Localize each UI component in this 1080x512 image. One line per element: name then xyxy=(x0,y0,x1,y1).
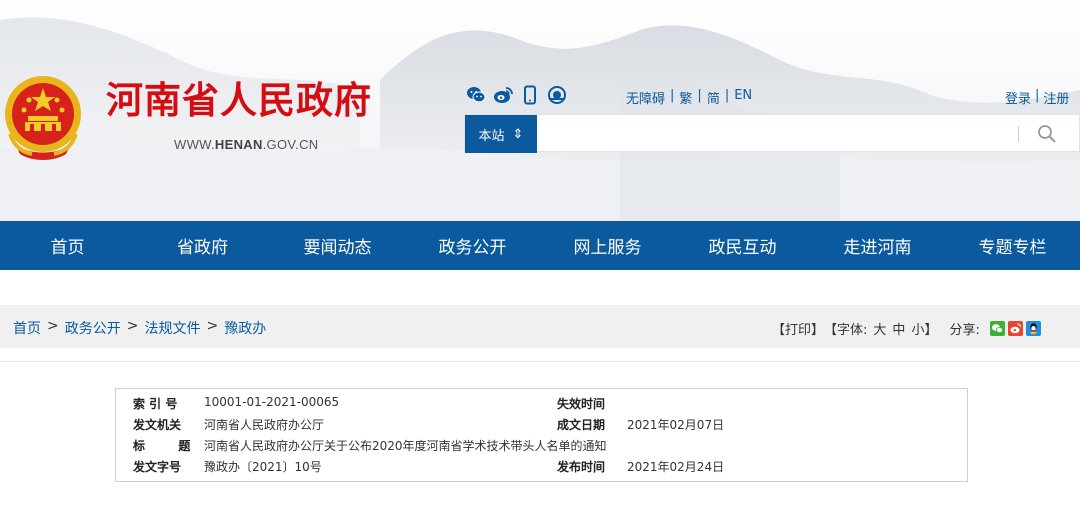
search-scope-select[interactable]: 本站 ⇕ xyxy=(465,115,537,153)
link-separator: | xyxy=(697,88,702,103)
document-number-value: 豫政办〔2021〕10号 xyxy=(204,460,322,474)
font-medium-button[interactable]: 中 xyxy=(892,319,905,338)
link-separator: | xyxy=(1035,88,1040,103)
weibo-icon[interactable] xyxy=(493,85,513,105)
meta-row: 标 题 河南省人民政府办公厅关于公布2020年度河南省学术技术带头人名单的通知 xyxy=(116,437,969,457)
nav-item-government-affairs[interactable]: 政务公开 xyxy=(405,221,540,270)
breadcrumb-regulations[interactable]: 法规文件 xyxy=(144,318,200,338)
site-url-suffix: .GOV.CN xyxy=(262,137,319,152)
font-large-button[interactable]: 大 xyxy=(873,319,886,338)
search-divider xyxy=(1018,126,1019,142)
search-scope-label: 本站 xyxy=(478,128,505,144)
issuer-label: 发文机关 xyxy=(133,418,182,432)
link-separator: | xyxy=(670,88,675,103)
breadcrumb-government-affairs[interactable]: 政务公开 xyxy=(65,318,121,338)
simplified-chinese-link[interactable]: 简 xyxy=(707,88,720,107)
font-small-button[interactable]: 小 xyxy=(911,319,924,338)
share-qq-icon[interactable] xyxy=(1025,321,1041,336)
index-number-label: 索 引 号 xyxy=(133,397,178,411)
national-emblem-icon xyxy=(5,76,81,160)
search-icon[interactable] xyxy=(1036,123,1060,145)
register-link[interactable]: 注册 xyxy=(1043,88,1069,107)
mobile-icon[interactable] xyxy=(520,85,538,105)
index-number-value: 10001-01-2021-00065 xyxy=(204,395,340,409)
nav-item-interaction[interactable]: 政民互动 xyxy=(675,221,810,270)
breadcrumb-separator: > xyxy=(126,318,139,334)
accessibility-link[interactable]: 无障碍 xyxy=(626,88,665,107)
meta-row: 索 引 号 10001-01-2021-00065 失效时间 xyxy=(116,395,969,415)
published-time-value: 2021年02月24日 xyxy=(627,460,725,474)
share-weibo-icon[interactable] xyxy=(1007,321,1023,336)
main-nav: 首页 省政府 要闻动态 政务公开 网上服务 政民互动 走进河南 专题专栏 xyxy=(0,221,1080,270)
published-time-label: 发布时间 xyxy=(557,460,606,474)
share-label: 分享: xyxy=(949,323,980,338)
meta-row: 发文机关 河南省人民政府办公厅 成文日期 2021年02月07日 xyxy=(116,416,969,436)
app-icon[interactable] xyxy=(547,85,566,105)
site-url-prefix: WWW. xyxy=(174,137,215,152)
nav-item-special-topics[interactable]: 专题专栏 xyxy=(945,221,1080,270)
share-wechat-icon[interactable] xyxy=(989,321,1005,336)
breadcrumb-bar: 首页 > 政务公开 > 法规文件 > 豫政办 【打印】 【字体: 大 中 小 】… xyxy=(0,305,1080,348)
nav-item-provincial-government[interactable]: 省政府 xyxy=(135,221,270,270)
font-size-suffix: 】 xyxy=(924,323,938,338)
document-meta-table: 索 引 号 10001-01-2021-00065 失效时间 发文机关 河南省人… xyxy=(115,388,968,482)
breadcrumb-separator: > xyxy=(47,318,59,334)
nav-item-news[interactable]: 要闻动态 xyxy=(270,221,405,270)
expire-time-label: 失效时间 xyxy=(557,397,606,411)
created-date-label: 成文日期 xyxy=(557,418,606,432)
nav-item-home[interactable]: 首页 xyxy=(0,221,135,270)
language-links: 无障碍 | 繁 | 简 | EN xyxy=(626,88,752,107)
breadcrumb-separator: > xyxy=(206,318,219,334)
site-url: WWW.HENAN.GOV.CN xyxy=(174,137,318,152)
breadcrumb: 首页 > 政务公开 > 法规文件 > 豫政办 xyxy=(13,318,266,338)
search-box: 本站 ⇕ xyxy=(464,114,1080,153)
site-url-domain: HENAN xyxy=(214,137,263,152)
created-date-value: 2021年02月07日 xyxy=(627,418,725,432)
search-input[interactable] xyxy=(543,121,1003,147)
login-link[interactable]: 登录 xyxy=(1005,88,1031,107)
issuer-value: 河南省人民政府办公厅 xyxy=(204,418,325,432)
title-value: 河南省人民政府办公厅关于公布2020年度河南省学术技术带头人名单的通知 xyxy=(204,439,607,453)
site-header: 河南省人民政府 WWW.HENAN.GOV.CN 无障碍 | 繁 | 简 | E… xyxy=(0,0,1080,221)
site-title[interactable]: 河南省人民政府 xyxy=(106,82,372,119)
social-links xyxy=(466,85,566,105)
link-separator: | xyxy=(724,88,730,103)
breadcrumb-yuzhengban[interactable]: 豫政办 xyxy=(224,318,266,338)
auth-links: 登录 | 注册 xyxy=(1005,88,1069,107)
english-link[interactable]: EN xyxy=(734,88,752,107)
share-icons xyxy=(989,321,1041,336)
font-size-prefix: 【字体: xyxy=(824,323,868,338)
document-number-label: 发文字号 xyxy=(133,460,182,474)
title-label: 标 题 xyxy=(133,439,191,453)
wechat-icon[interactable] xyxy=(466,85,486,105)
meta-row: 发文字号 豫政办〔2021〕10号 发布时间 2021年02月24日 xyxy=(116,458,969,478)
print-button[interactable]: 【打印】 xyxy=(772,319,824,338)
nav-item-online-services[interactable]: 网上服务 xyxy=(540,221,675,270)
sort-arrows-icon: ⇕ xyxy=(512,126,524,142)
breadcrumb-home[interactable]: 首页 xyxy=(13,318,41,338)
nav-item-about-henan[interactable]: 走进河南 xyxy=(810,221,945,270)
page-tools: 【打印】 【字体: 大 中 小 】 分享: xyxy=(772,319,1041,338)
traditional-chinese-link[interactable]: 繁 xyxy=(679,88,692,107)
